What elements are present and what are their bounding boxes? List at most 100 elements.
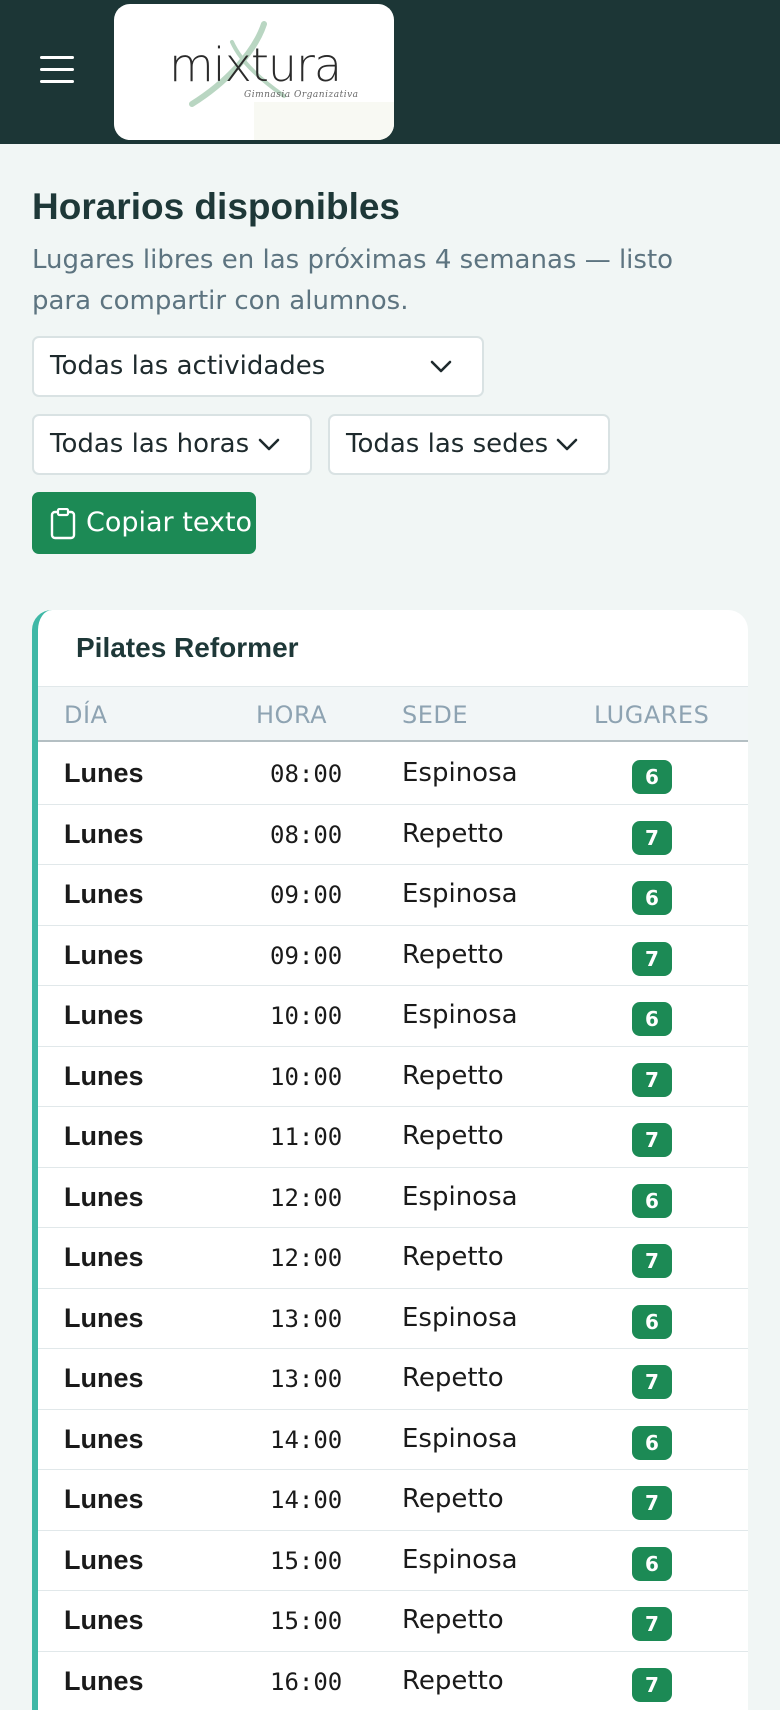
row-time: 15:00 [270, 1547, 342, 1575]
available-spots-badge: 6 [632, 1184, 672, 1218]
row-location: Repetto [402, 1484, 504, 1514]
hour-filter-value: Todas las horas [50, 429, 249, 459]
available-spots-badge: 6 [632, 1305, 672, 1339]
row-location: Espinosa [402, 758, 518, 788]
logo-background [254, 102, 394, 140]
available-spots-badge: 6 [632, 1547, 672, 1581]
row-location: Espinosa [402, 1000, 518, 1030]
row-day: Lunes [64, 1303, 144, 1334]
row-time: 16:00 [270, 1668, 342, 1696]
table-row: Lunes09:00Espinosa6 [32, 865, 748, 926]
location-filter-select[interactable]: Todas las sedes [328, 414, 610, 475]
row-time: 09:00 [270, 942, 342, 970]
row-day: Lunes [64, 1242, 144, 1273]
row-time: 11:00 [270, 1123, 342, 1151]
table-row: Lunes08:00Repetto7 [32, 805, 748, 866]
available-spots-badge: 6 [632, 1002, 672, 1036]
available-spots-badge: 7 [632, 942, 672, 976]
table-row: Lunes 13:00 Espinosa 6 [32, 1289, 748, 1350]
row-time: 14:00 [270, 1426, 342, 1454]
chevron-down-icon [258, 438, 280, 452]
row-location: Espinosa [402, 1182, 518, 1212]
row-day: Lunes [64, 1000, 144, 1031]
available-spots-badge: 7 [632, 1123, 672, 1157]
row-day: Lunes [64, 819, 144, 850]
brand-logo[interactable]: mixtura Gimnasia Organizativa [114, 4, 394, 140]
table-row: Lunes 13:00 Repetto 7 [32, 1349, 748, 1410]
table-row: Lunes 10:00 Espinosa 6 [32, 986, 748, 1047]
row-day: Lunes [64, 1666, 144, 1697]
row-day: Lunes [64, 1545, 144, 1576]
top-navbar: mixtura Gimnasia Organizativa [0, 0, 780, 144]
row-time: 15:00 [270, 1607, 342, 1635]
table-row: Lunes 09:00 Repetto 7 [32, 926, 748, 987]
row-time: 08:00 [270, 760, 342, 788]
activity-filter-select[interactable]: Todas las actividades [32, 336, 484, 397]
column-header-lugares: LUGARES [594, 701, 709, 729]
copy-text-label: Copiar texto [86, 507, 252, 538]
available-spots-badge: 7 [632, 1244, 672, 1278]
row-day: Lunes [64, 1061, 144, 1092]
available-spots-badge: 7 [632, 821, 672, 855]
available-spots-badge: 7 [632, 1607, 672, 1641]
row-location: Espinosa [402, 1424, 518, 1454]
row-day: Lunes [64, 1605, 144, 1636]
row-time: 08:00 [270, 821, 342, 849]
row-day: Lunes [64, 1363, 144, 1394]
row-time: 13:00 [270, 1365, 342, 1393]
table-row: Lunes 12:00 Espinosa 6 [32, 1168, 748, 1229]
row-location: Repetto [402, 1061, 504, 1091]
row-time: 12:00 [270, 1244, 342, 1272]
table-row: Lunes 11:00 Repetto 7 [32, 1107, 748, 1168]
table-row: Lunes 16:00 Repetto 7 [32, 1652, 748, 1710]
activity-filter-value: Todas las actividades [50, 351, 325, 381]
activity-card: Pilates Reformer DÍA HORA SEDE LUGARES L… [32, 610, 748, 1710]
table-row: Lunes 12:00 Repetto 7 [32, 1228, 748, 1289]
available-spots-badge: 7 [632, 1365, 672, 1399]
row-time: 10:00 [270, 1002, 342, 1030]
hamburger-menu-icon[interactable] [40, 56, 74, 86]
available-spots-badge: 6 [632, 760, 672, 794]
table-row: Lunes 15:00 Repetto 7 [32, 1591, 748, 1652]
row-time: 10:00 [270, 1063, 342, 1091]
hour-filter-select[interactable]: Todas las horas [32, 414, 312, 475]
row-day: Lunes [64, 1182, 144, 1213]
available-spots-badge: 7 [632, 1063, 672, 1097]
row-time: 12:00 [270, 1184, 342, 1212]
clipboard-icon [50, 508, 76, 540]
available-spots-badge: 6 [632, 881, 672, 915]
column-header-sede: SEDE [402, 701, 468, 729]
copy-text-button[interactable]: Copiar texto [32, 492, 256, 554]
available-spots-badge: 6 [632, 1426, 672, 1460]
row-day: Lunes [64, 758, 144, 789]
row-time: 14:00 [270, 1486, 342, 1514]
location-filter-value: Todas las sedes [346, 429, 548, 459]
row-location: Repetto [402, 1605, 504, 1635]
row-location: Repetto [402, 1121, 504, 1151]
row-time: 13:00 [270, 1305, 342, 1333]
row-location: Repetto [402, 1242, 504, 1272]
table-row: Lunes 15:00 Espinosa 6 [32, 1531, 748, 1592]
row-location: Repetto [402, 1363, 504, 1393]
row-day: Lunes [64, 940, 144, 971]
page-title: Horarios disponibles [32, 186, 400, 228]
chevron-down-icon [556, 438, 578, 452]
row-location: Repetto [402, 940, 504, 970]
chevron-down-icon [430, 360, 452, 374]
row-day: Lunes [64, 1484, 144, 1515]
table-row: Lunes14:00Repetto7 [32, 1470, 748, 1531]
table-row: Lunes 08:00 Espinosa 6 [32, 744, 748, 805]
table-header: DÍA HORA SEDE LUGARES [32, 686, 748, 742]
row-location: Espinosa [402, 1545, 518, 1575]
column-header-hora: HORA [256, 701, 327, 729]
table-row: Lunes14:00Espinosa6 [32, 1410, 748, 1471]
column-header-dia: DÍA [64, 701, 107, 729]
row-location: Espinosa [402, 879, 518, 909]
logo-tagline: Gimnasia Organizativa [244, 90, 359, 100]
available-spots-badge: 7 [632, 1668, 672, 1702]
row-location: Repetto [402, 1666, 504, 1696]
table-row: Lunes 10:00 Repetto 7 [32, 1047, 748, 1108]
row-day: Lunes [64, 1121, 144, 1152]
activity-title: Pilates Reformer [76, 632, 299, 664]
row-location: Espinosa [402, 1303, 518, 1333]
